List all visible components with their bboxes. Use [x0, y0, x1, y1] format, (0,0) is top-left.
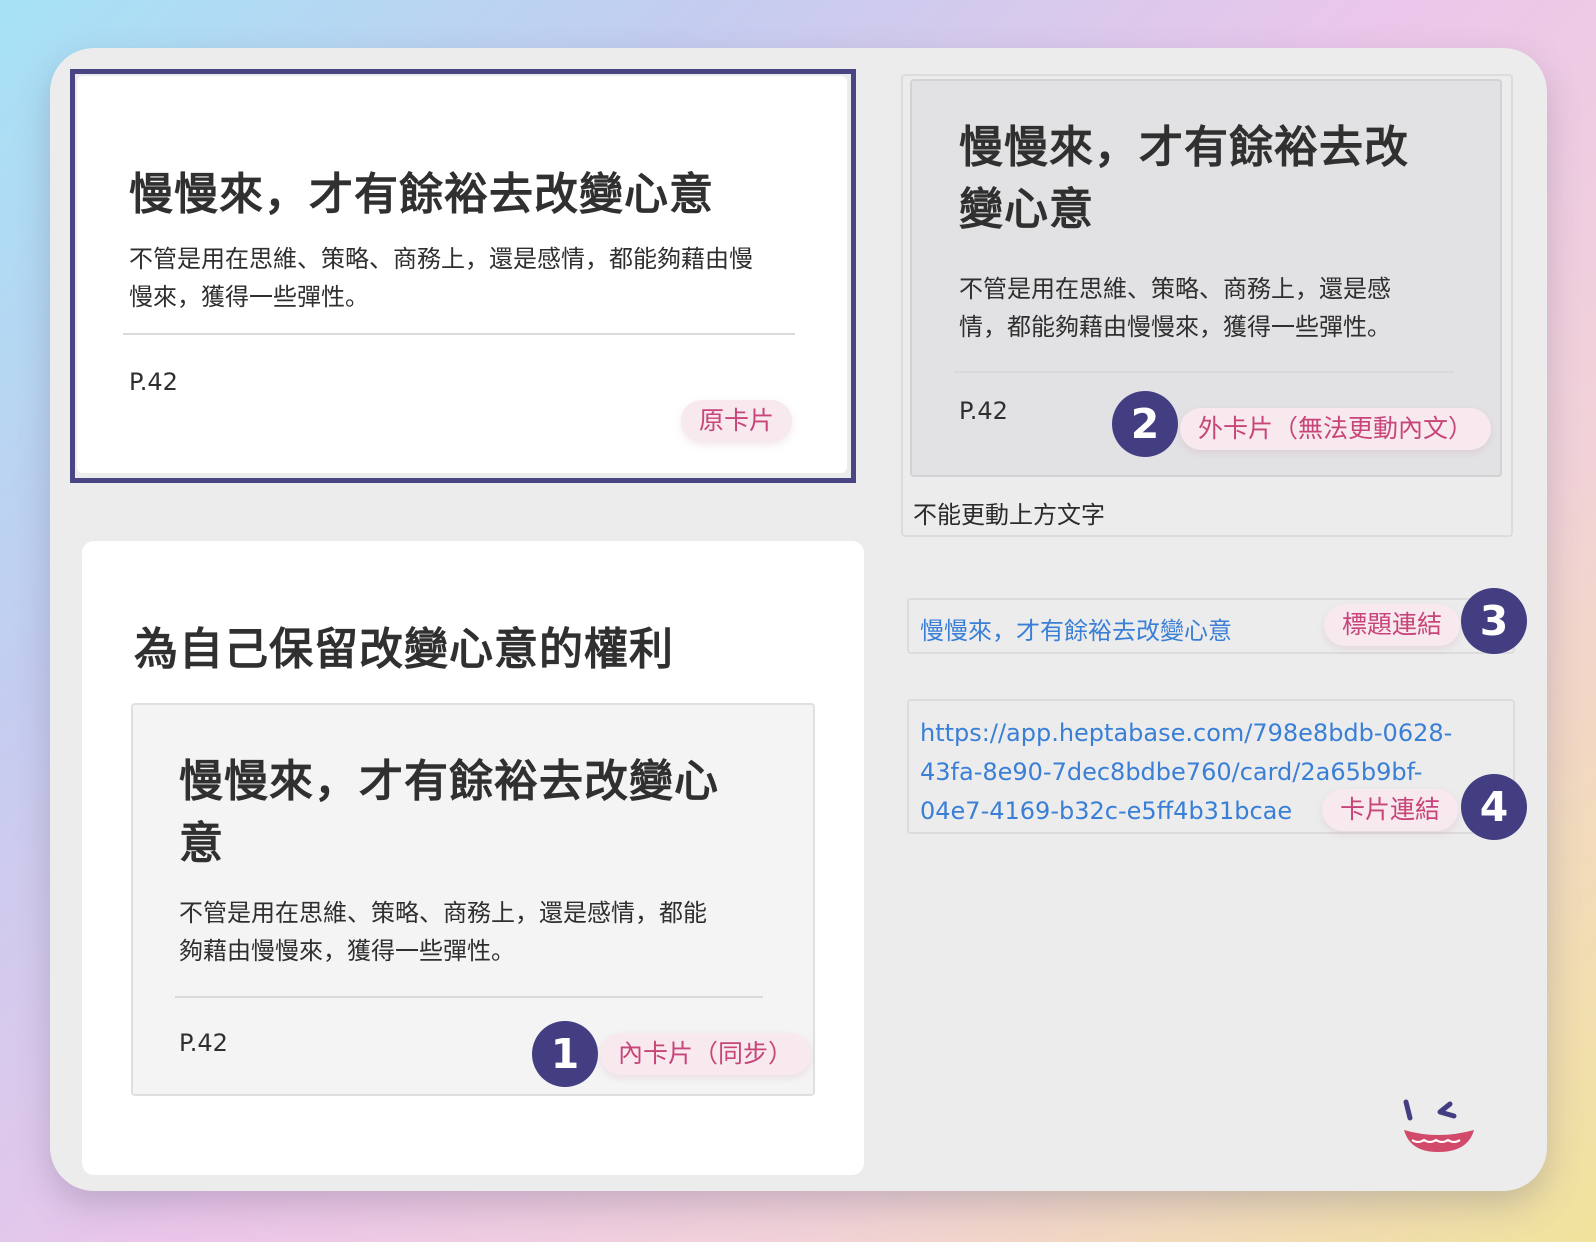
original-card-body: 不管是用在思維、策略、商務上，還是感情，都能夠藉由慢 慢來，獲得一些彈性。 [129, 240, 805, 316]
external-card-page: P.42 [959, 397, 1008, 425]
badge-1: 1 [532, 1021, 598, 1087]
external-card-caption: 不能更動上方文字 [913, 501, 1105, 529]
card-link-tag: 卡片連結 [1322, 789, 1459, 831]
external-card-tag: 外卡片（無法更動內文） [1180, 408, 1492, 450]
external-card-body: 不管是用在思維、策略、商務上，還是感 情，都能夠藉由慢慢來，獲得一些彈性。 [959, 270, 1479, 346]
inner-card-body-line: 不管是用在思維、策略、商務上，還是感情，都能 [179, 899, 707, 927]
external-card-title-line: 變心意 [959, 184, 1094, 235]
inner-card-page: P.42 [179, 1029, 228, 1057]
inner-card-tag: 內卡片（同步） [600, 1033, 812, 1075]
external-card-body-line: 不管是用在思維、策略、商務上，還是感 [959, 275, 1391, 303]
external-card-title: 慢慢來，才有餘裕去改 變心意 [959, 117, 1479, 241]
smiley-mascot-icon [1403, 1099, 1474, 1152]
card-link-line: https://app.heptabase.com/798e8bdb-0628- [920, 719, 1453, 747]
inner-card-divider [175, 996, 763, 998]
inner-card-body: 不管是用在思維、策略、商務上，還是感情，都能 夠藉由慢慢來，獲得一些彈性。 [179, 894, 769, 970]
external-card-divider [954, 371, 1454, 373]
original-card-surface: 慢慢來，才有餘裕去改變心意 不管是用在思維、策略、商務上，還是感情，都能夠藉由慢… [77, 76, 847, 473]
original-card[interactable]: 慢慢來，才有餘裕去改變心意 不管是用在思維、策略、商務上，還是感情，都能夠藉由慢… [70, 69, 856, 483]
container-card-title: 為自己保留改變心意的權利 [134, 624, 674, 675]
title-link-tag: 標題連結 [1324, 604, 1461, 646]
inner-card-title-line: 意 [179, 818, 224, 869]
badge-2: 2 [1112, 391, 1178, 457]
inner-card-body-line: 夠藉由慢慢來，獲得一些彈性。 [179, 937, 515, 965]
external-card-title-line: 慢慢來，才有餘裕去改 [959, 122, 1409, 173]
card-link-line: 43fa-8e90-7dec8bdbe760/card/2a65b9bf- [920, 758, 1423, 786]
original-card-tag: 原卡片 [681, 400, 793, 442]
original-card-page: P.42 [129, 368, 178, 396]
title-link[interactable]: 慢慢來，才有餘裕去改變心意 [920, 611, 1232, 646]
badge-4: 4 [1461, 774, 1527, 840]
external-card-body-line: 情，都能夠藉由慢慢來，獲得一些彈性。 [959, 313, 1391, 341]
badge-3: 3 [1461, 588, 1527, 654]
original-card-body-line: 慢來，獲得一些彈性。 [129, 283, 369, 311]
inner-card-title: 慢慢來，才有餘裕去改變心 意 [179, 751, 799, 875]
original-card-body-line: 不管是用在思維、策略、商務上，還是感情，都能夠藉由慢 [129, 245, 753, 273]
container-card[interactable]: 為自己保留改變心意的權利 慢慢來，才有餘裕去改變心 意 不管是用在思維、策略、商… [82, 541, 864, 1175]
original-card-title: 慢慢來，才有餘裕去改變心意 [129, 169, 714, 220]
inner-card-title-line: 慢慢來，才有餘裕去改變心 [179, 756, 719, 807]
original-card-divider [123, 333, 795, 335]
